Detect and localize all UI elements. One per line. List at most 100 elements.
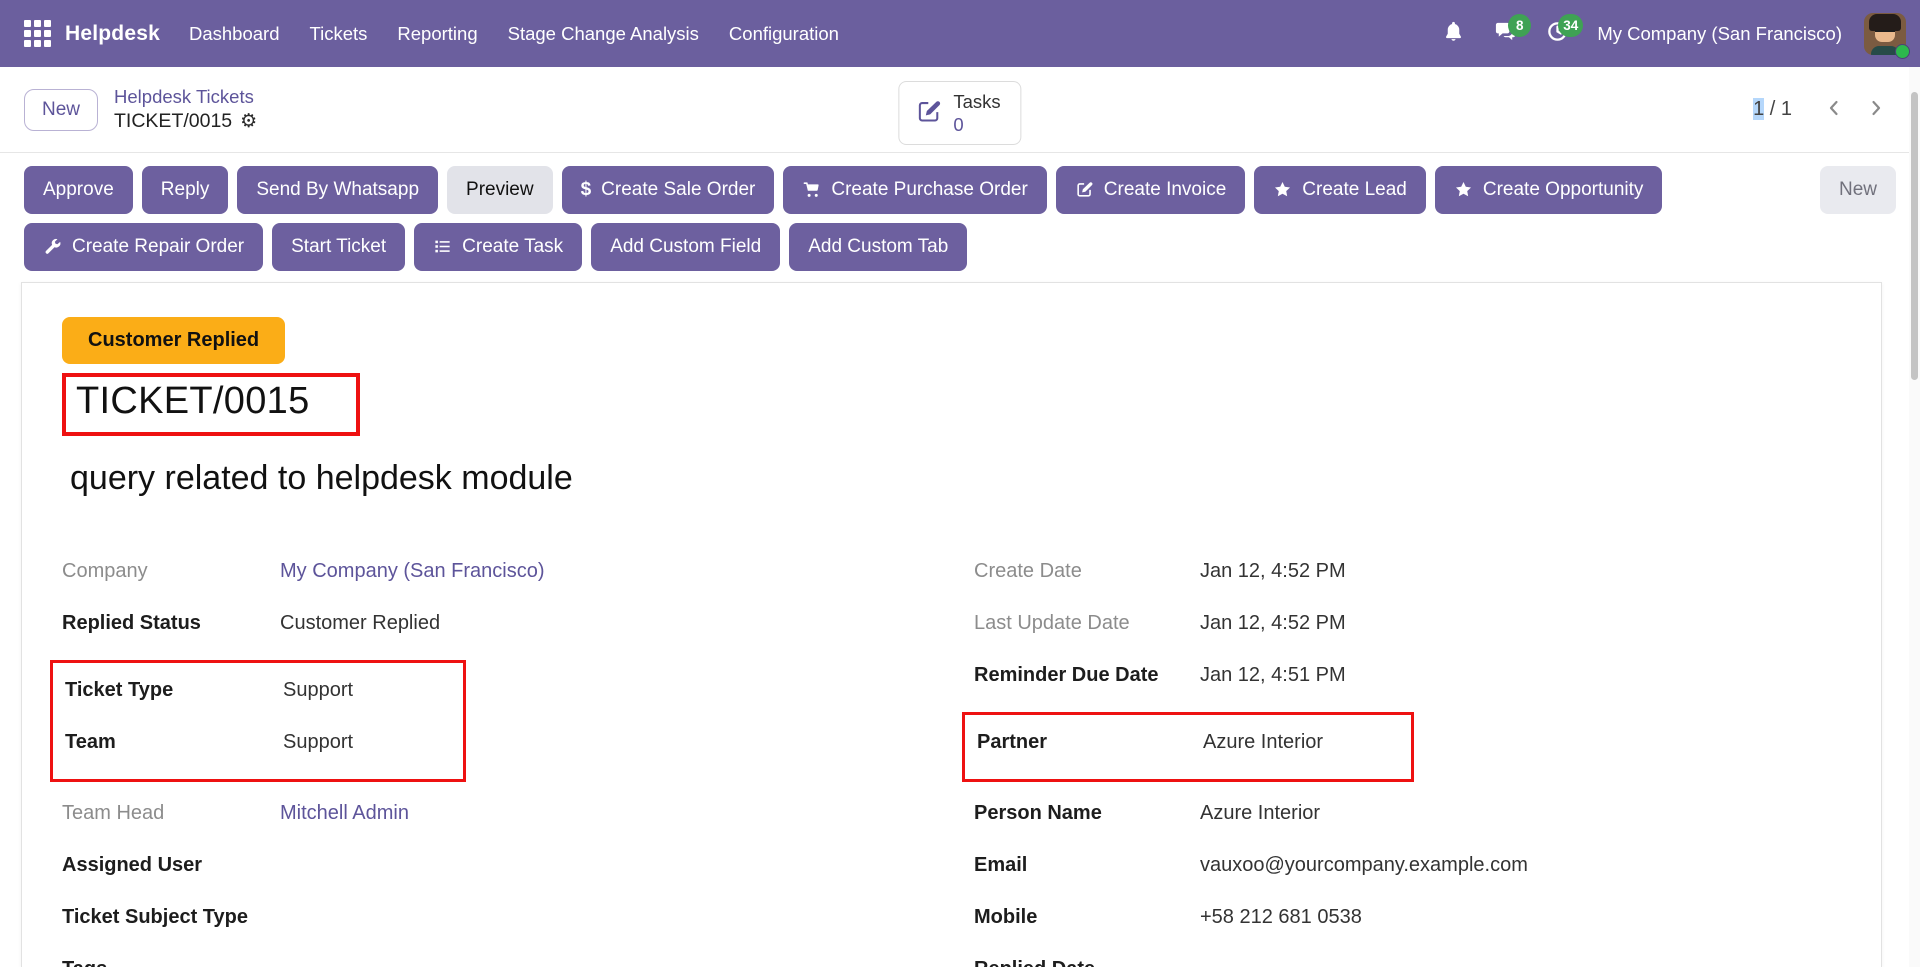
create-task-button[interactable]: Create Task xyxy=(414,223,582,271)
nav-item-dashboard[interactable]: Dashboard xyxy=(174,0,295,67)
field-label: Person Name xyxy=(974,802,1200,825)
field-label: Replied Date xyxy=(974,958,1200,967)
add-custom-tab-button[interactable]: Add Custom Tab xyxy=(789,223,967,271)
user-avatar[interactable] xyxy=(1864,13,1906,55)
ticket-title[interactable]: query related to helpdesk module xyxy=(62,459,1841,498)
field-value[interactable]: Mitchell Admin xyxy=(280,802,409,825)
scrollbar-thumb[interactable] xyxy=(1911,92,1918,380)
notifications-button[interactable] xyxy=(1431,12,1475,56)
button-label: Send By Whatsapp xyxy=(256,178,419,202)
field-row-company: CompanyMy Company (San Francisco) xyxy=(62,556,942,586)
tasks-label: Tasks xyxy=(953,90,1000,113)
field-row-email: Emailvauxoo@yourcompany.example.com xyxy=(974,850,1841,880)
pager-current: 1 xyxy=(1753,98,1764,120)
field-row-team: TeamSupport xyxy=(65,727,453,757)
button-label: Reply xyxy=(161,178,210,202)
field-row-create-date: Create DateJan 12, 4:52 PM xyxy=(974,556,1841,586)
approve-button[interactable]: Approve xyxy=(24,166,133,214)
create-lead-button[interactable]: Create Lead xyxy=(1254,166,1426,214)
button-label: Create Sale Order xyxy=(601,178,755,202)
edit-icon xyxy=(1075,180,1094,199)
gear-icon[interactable]: ⚙ xyxy=(240,112,257,131)
bell-icon xyxy=(1442,20,1465,48)
nav-item-configuration[interactable]: Configuration xyxy=(714,0,854,67)
field-row-reminder-due-date: Reminder Due DateJan 12, 4:51 PM xyxy=(974,660,1841,690)
annotation-red-box-reference: TICKET/0015 xyxy=(62,373,360,436)
fields-column-left: CompanyMy Company (San Francisco) Replied… xyxy=(62,556,942,967)
field-value: Support xyxy=(283,679,353,702)
field-value: Customer Replied xyxy=(280,612,440,635)
button-label: Create Task xyxy=(462,235,563,259)
scrollbar-track[interactable] xyxy=(1909,67,1920,967)
action-row-2: Create Repair Order Start Ticket Create Ta… xyxy=(24,223,1896,271)
pager-previous-button[interactable] xyxy=(1818,92,1850,127)
list-icon xyxy=(433,237,452,256)
nav-item-reporting[interactable]: Reporting xyxy=(382,0,492,67)
field-label: Mobile xyxy=(974,906,1200,929)
button-label: Preview xyxy=(466,178,534,202)
tasks-stat-button[interactable]: Tasks 0 xyxy=(898,81,1021,145)
reply-button[interactable]: Reply xyxy=(142,166,229,214)
field-row-mobile: Mobile+58 212 681 0538 xyxy=(974,902,1841,932)
company-switcher[interactable]: My Company (San Francisco) xyxy=(1597,23,1842,45)
activities-button[interactable]: 34 xyxy=(1535,12,1579,56)
button-label: Add Custom Tab xyxy=(808,235,948,259)
status-badge: Customer Replied xyxy=(62,317,285,364)
field-value: Support xyxy=(283,731,353,754)
create-opportunity-button[interactable]: Create Opportunity xyxy=(1435,166,1663,214)
button-label: Add Custom Field xyxy=(610,235,761,259)
field-label: Replied Status xyxy=(62,612,280,635)
field-value: Jan 12, 4:52 PM xyxy=(1200,560,1346,583)
star-icon xyxy=(1454,180,1473,199)
nav-item-stage-change-analysis[interactable]: Stage Change Analysis xyxy=(493,0,714,67)
field-row-last-update-date: Last Update DateJan 12, 4:52 PM xyxy=(974,608,1841,638)
control-panel: New Helpdesk Tickets TICKET/0015 ⚙ Tasks… xyxy=(0,67,1920,153)
field-row-replied-status: Replied StatusCustomer Replied xyxy=(62,608,942,638)
breadcrumb: Helpdesk Tickets TICKET/0015 ⚙ xyxy=(114,86,257,133)
create-invoice-button[interactable]: Create Invoice xyxy=(1056,166,1246,214)
create-sale-order-button[interactable]: $Create Sale Order xyxy=(562,166,775,214)
field-row-team-head: Team HeadMitchell Admin xyxy=(62,798,942,828)
ticket-form-sheet: Customer Replied TICKET/0015 query relat… xyxy=(21,282,1882,967)
create-purchase-order-button[interactable]: Create Purchase Order xyxy=(783,166,1046,214)
messages-badge: 8 xyxy=(1508,14,1531,37)
annotation-red-box: PartnerAzure Interior xyxy=(962,712,1414,782)
stage-new-button[interactable]: New xyxy=(1820,166,1896,214)
send-by-whatsapp-button[interactable]: Send By Whatsapp xyxy=(237,166,438,214)
breadcrumb-parent-link[interactable]: Helpdesk Tickets xyxy=(114,86,257,108)
field-label: Reminder Due Date xyxy=(974,664,1200,687)
field-value[interactable]: My Company (San Francisco) xyxy=(280,560,545,583)
field-grid: CompanyMy Company (San Francisco) Replied… xyxy=(62,556,1841,967)
field-value: +58 212 681 0538 xyxy=(1200,906,1362,929)
pager-next-button[interactable] xyxy=(1860,92,1892,127)
app-name[interactable]: Helpdesk xyxy=(65,22,160,46)
messages-button[interactable]: 8 xyxy=(1483,12,1527,56)
button-label: Approve xyxy=(43,178,114,202)
activities-badge: 34 xyxy=(1558,14,1583,37)
top-navbar: Helpdesk DashboardTicketsReportingStage … xyxy=(0,0,1920,67)
start-ticket-button[interactable]: Start Ticket xyxy=(272,223,405,271)
pager-total: 1 xyxy=(1781,98,1792,120)
field-label: Team xyxy=(65,731,283,754)
pager-value: 1 / 1 xyxy=(1753,98,1792,121)
action-buttons-area: Approve Reply Send By Whatsapp Preview $Crea… xyxy=(0,153,1920,291)
add-custom-field-button[interactable]: Add Custom Field xyxy=(591,223,780,271)
button-label: Start Ticket xyxy=(291,235,386,259)
chevron-right-icon xyxy=(1864,108,1888,123)
create-repair-order-button[interactable]: Create Repair Order xyxy=(24,223,263,271)
nav-item-tickets[interactable]: Tickets xyxy=(295,0,383,67)
field-label: Ticket Subject Type xyxy=(62,906,280,929)
action-row-1: Approve Reply Send By Whatsapp Preview $Crea… xyxy=(24,166,1896,214)
field-row-assigned-user: Assigned User xyxy=(62,850,942,880)
main-menu: DashboardTicketsReportingStage Change An… xyxy=(174,0,854,67)
field-label: Team Head xyxy=(62,802,280,825)
systray: 8 34 My Company (San Francisco) xyxy=(1431,12,1906,56)
new-record-button[interactable]: New xyxy=(24,89,98,131)
online-status-dot xyxy=(1895,44,1910,59)
field-label: Ticket Type xyxy=(65,679,283,702)
preview-button[interactable]: Preview xyxy=(447,166,553,214)
avatar-hair xyxy=(1869,14,1901,31)
button-label: Create Lead xyxy=(1302,178,1407,202)
apps-grid-icon[interactable] xyxy=(24,20,51,47)
field-row-ticket-subject-type: Ticket Subject Type xyxy=(62,902,942,932)
